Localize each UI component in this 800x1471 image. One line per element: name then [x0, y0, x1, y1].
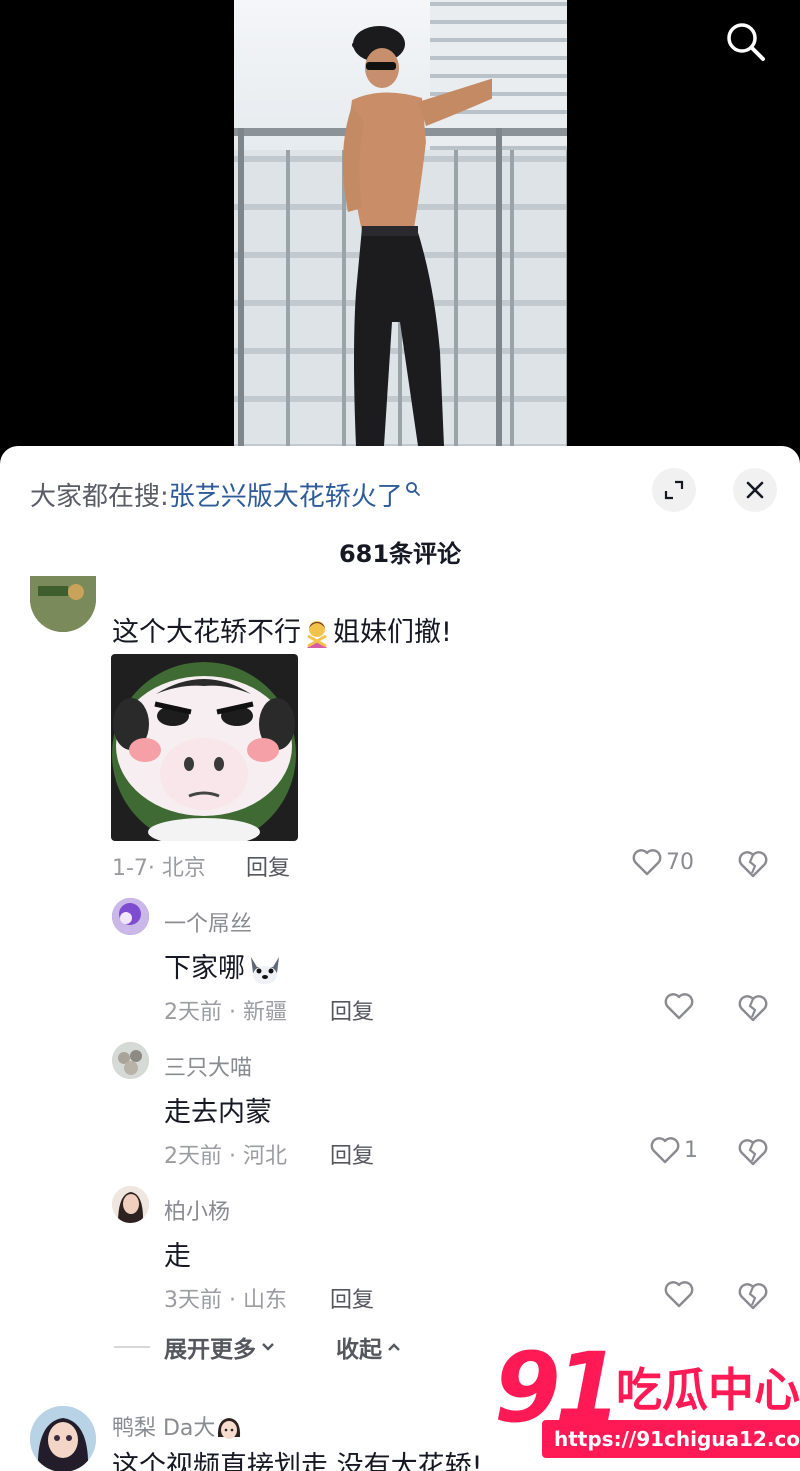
video-railing-post: [496, 128, 502, 458]
comment-time-location: 1-7· 北京: [112, 856, 206, 881]
close-icon: [746, 481, 764, 499]
broken-heart-icon[interactable]: [738, 849, 768, 879]
expand-sheet-button[interactable]: [652, 468, 696, 512]
hot-search-label: 大家都在搜:: [30, 482, 169, 512]
chevron-down-icon: [262, 1343, 274, 1351]
expand-more-label: 展开更多: [164, 1337, 256, 1363]
broken-heart-icon[interactable]: [738, 1281, 768, 1311]
reply-button[interactable]: 回复: [330, 1138, 374, 1170]
divider-line: [114, 1346, 150, 1348]
site-watermark: 91 吃瓜中心 https://91chigua12.com: [494, 1338, 800, 1462]
like-button[interactable]: [664, 992, 698, 1020]
avatar-image: [30, 576, 96, 632]
avatar[interactable]: [30, 576, 96, 632]
avatar[interactable]: [112, 1042, 149, 1079]
comment-username-text: 鸭梨 Da大: [112, 1416, 216, 1441]
comment-sheet: 大家都在搜:张艺兴版大花轿火了 681条评论 这个大花轿不行 姐妹们撤! 1-7…: [0, 446, 800, 1471]
reply-time-location: 2天前 · 河北: [164, 1144, 287, 1169]
reply-button[interactable]: 回复: [246, 850, 290, 882]
husky-emoji: [251, 956, 279, 984]
reply-username[interactable]: 一个屌丝: [164, 906, 252, 938]
girl-emoji: [218, 1418, 241, 1439]
avatar-image: [112, 898, 149, 935]
search-button[interactable]: [722, 18, 768, 64]
avatar[interactable]: [30, 1406, 96, 1471]
comment-username[interactable]: 鸭梨 Da大: [112, 1410, 243, 1443]
expand-icon: [664, 480, 684, 500]
heart-icon: [664, 1281, 694, 1308]
comment-text-part: 这个大花轿不行: [112, 617, 301, 648]
like-count: 70: [666, 849, 694, 875]
expand-more-button[interactable]: 展开更多: [164, 1330, 276, 1364]
avatar[interactable]: [112, 1186, 149, 1223]
reply-time-location: 3天前 · 山东: [164, 1288, 287, 1313]
like-button[interactable]: 70: [632, 848, 694, 876]
person-gesturing-no-emoji: [307, 620, 327, 648]
reply-button[interactable]: 回复: [330, 1282, 374, 1314]
like-button[interactable]: 1: [650, 1136, 698, 1164]
reply-text: 下家哪: [164, 946, 285, 987]
collapse-label: 收起: [336, 1337, 382, 1363]
heart-icon: [632, 849, 662, 876]
comment-sticker-image[interactable]: [111, 654, 298, 841]
chevron-up-icon: [388, 1343, 400, 1351]
reply-time-location: 2天前 · 新疆: [164, 1000, 287, 1025]
reply-button[interactable]: 回复: [330, 994, 374, 1026]
dancer-figure: [342, 26, 492, 446]
reply-text: 走: [164, 1241, 191, 1272]
like-count: 1: [684, 1137, 698, 1163]
avatar[interactable]: [112, 898, 149, 935]
comment-count: 681条评论: [338, 540, 462, 568]
watermark-url: https://91chigua12.com: [542, 1420, 800, 1458]
cow-sticker: [112, 662, 296, 841]
watermark-name: 吃瓜中心: [616, 1363, 800, 1417]
comment-text-part: 姐妹们撤!: [333, 617, 452, 648]
video-railing-post: [238, 128, 244, 458]
like-button[interactable]: [664, 1280, 698, 1308]
video-player[interactable]: [0, 0, 800, 470]
search-small-icon: [405, 482, 420, 496]
reply-text-part: 下家哪: [164, 953, 245, 984]
broken-heart-icon[interactable]: [738, 1137, 768, 1167]
avatar-image: [112, 1186, 149, 1223]
comment-text: 这个大花轿不行 姐妹们撤!: [112, 610, 452, 650]
avatar-image: [112, 1042, 149, 1079]
reply-username[interactable]: 柏小杨: [164, 1194, 230, 1226]
broken-heart-icon[interactable]: [738, 993, 768, 1023]
video-frame[interactable]: [234, 0, 567, 470]
hot-search-term[interactable]: 张艺兴版大花轿火了: [169, 482, 403, 512]
heart-icon: [664, 993, 694, 1020]
replies-toggle-row: 展开更多 收起: [114, 1330, 402, 1364]
hot-search-bar[interactable]: 大家都在搜:张艺兴版大花轿火了: [30, 476, 421, 513]
close-sheet-button[interactable]: [733, 468, 777, 512]
heart-icon: [650, 1137, 680, 1164]
comment-text: 这个视频直接划走 没有大花轿!: [112, 1451, 483, 1471]
avatar-image: [30, 1406, 96, 1471]
search-icon: [727, 23, 765, 61]
reply-username[interactable]: 三只大喵: [164, 1050, 252, 1082]
collapse-button[interactable]: 收起: [336, 1330, 402, 1364]
reply-text: 走去内蒙: [164, 1097, 272, 1128]
